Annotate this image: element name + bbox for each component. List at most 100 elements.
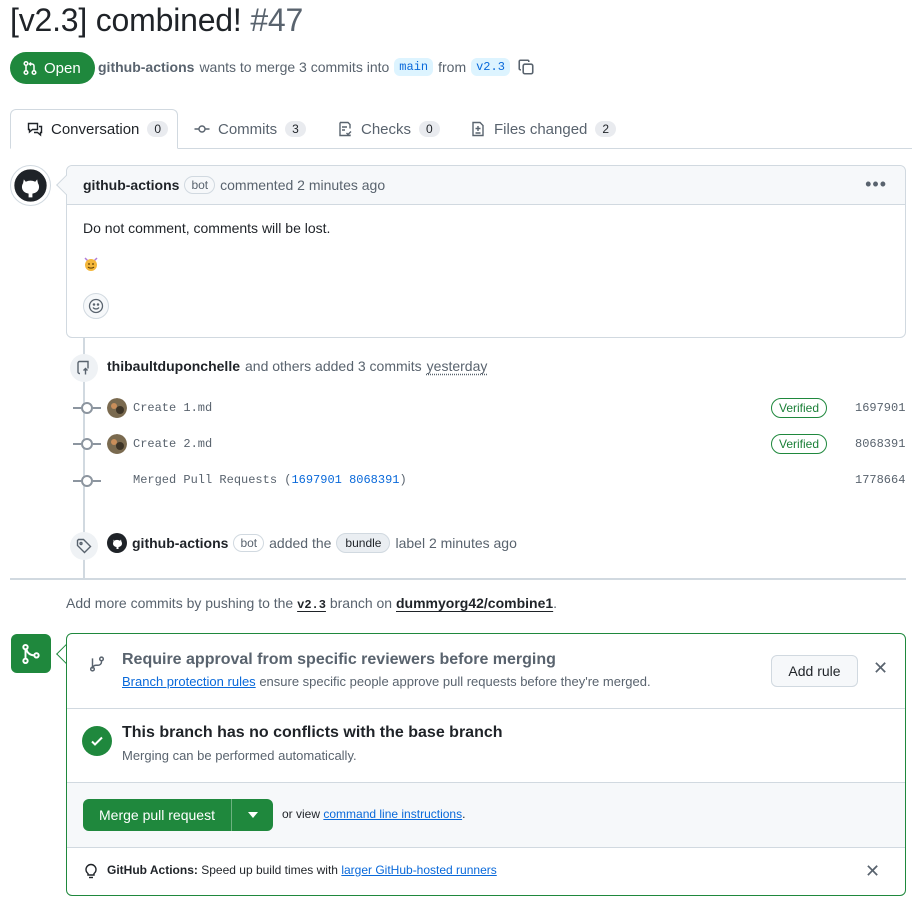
commit-message[interactable]: Create 2.md (133, 437, 212, 451)
commit-message[interactable]: Create 1.md (133, 401, 212, 415)
comment-time[interactable]: commented 2 minutes ago (220, 177, 385, 193)
comment-card: github-actions bot commented 2 minutes a… (56, 165, 906, 338)
git-commit-icon (81, 402, 93, 414)
light-bulb-icon (85, 863, 97, 879)
label-event-author[interactable]: github-actions (132, 535, 228, 551)
cli-link[interactable]: command line instructions (323, 807, 462, 821)
tab-commits[interactable]: Commits 3 (194, 109, 306, 149)
push-hint: Add more commits by pushing to the v2.3 … (66, 595, 557, 612)
comment-author[interactable]: github-actions (83, 177, 179, 193)
commit-ref-link[interactable]: 8068391 (349, 473, 399, 487)
merge-method-dropdown[interactable] (232, 799, 273, 831)
label-event-suffix: label 2 minutes ago (395, 535, 517, 551)
merge-box: Require approval from specific reviewers… (66, 633, 906, 896)
commit-sha[interactable]: 1778664 (855, 473, 905, 487)
add-rule-button[interactable]: Add rule (771, 655, 858, 687)
commits-event-time[interactable]: yesterday (427, 358, 488, 374)
smiley-icon (88, 298, 104, 314)
approval-desc: ensure specific people approve pull requ… (259, 674, 651, 689)
or-view-text: or view (282, 807, 321, 821)
copy-icon[interactable] (517, 58, 535, 76)
commits-event-author[interactable]: thibaultduponchelle (107, 358, 240, 374)
cli-hint: or view command line instructions. (282, 807, 465, 821)
push-hint-repo[interactable]: dummyorg42/combine1 (396, 595, 553, 611)
github-logo-icon (11, 166, 50, 205)
merge-button-label[interactable]: Merge pull request (83, 799, 232, 831)
commit-sha[interactable]: 1697901 (855, 401, 905, 415)
commit-node (73, 402, 101, 414)
label-chip[interactable]: bundle (336, 533, 391, 553)
checklist-icon (339, 121, 352, 137)
timeline-divider (10, 578, 906, 580)
close-icon[interactable]: ✕ (865, 861, 880, 882)
approval-section: Require approval from specific reviewers… (67, 634, 905, 709)
add-reaction-button[interactable] (83, 293, 109, 319)
pull-request-icon (23, 60, 37, 76)
status-badge: Open (10, 52, 95, 84)
tab-label: Commits (218, 120, 278, 138)
tab-label: Conversation (51, 120, 140, 138)
tab-conversation[interactable]: Conversation 0 (10, 109, 178, 149)
commit-message-prefix: Merged Pull Requests ( (133, 473, 292, 487)
avatar[interactable] (10, 165, 51, 206)
commit-icon (194, 125, 210, 133)
commits-event-text: and others added 3 commits (245, 358, 422, 374)
branch-protection-link[interactable]: Branch protection rules (122, 674, 256, 689)
github-logo-icon[interactable] (107, 533, 127, 553)
bot-badge: bot (184, 176, 216, 194)
head-branch[interactable]: v2.3 (471, 58, 510, 76)
commit-sha[interactable]: 8068391 (855, 437, 905, 451)
approval-title: Require approval from specific reviewers… (122, 651, 556, 668)
pr-author-link[interactable]: github-actions (98, 59, 194, 75)
tab-label: Files changed (494, 120, 588, 138)
conversation-icon (27, 122, 43, 137)
git-commit-icon (81, 438, 93, 450)
tab-label: Checks (361, 120, 412, 138)
tab-counter: 2 (595, 121, 617, 137)
avatar[interactable] (107, 398, 127, 418)
larger-runners-link[interactable]: larger GitHub-hosted runners (341, 863, 496, 877)
git-branch-icon (89, 656, 105, 672)
merge-actions-section: Merge pull request or view command line … (67, 783, 905, 848)
verified-badge[interactable]: Verified (771, 398, 828, 418)
commit-node (73, 475, 101, 487)
repo-push-badge (70, 354, 98, 382)
bot-badge: bot (233, 534, 265, 552)
git-merge-icon (22, 643, 40, 664)
push-hint-prefix: Add more commits by pushing to the (66, 595, 294, 611)
pr-merge-text: wants to merge 3 commits into (199, 59, 390, 75)
approval-desc-line: Branch protection rules ensure specific … (122, 674, 651, 689)
commit-ref-link[interactable]: 1697901 (291, 473, 341, 487)
tag-icon (76, 538, 92, 554)
push-hint-suffix: . (553, 595, 558, 611)
triangle-down-icon (247, 812, 258, 818)
base-branch[interactable]: main (394, 58, 434, 76)
cli-suffix: . (462, 807, 466, 821)
tag-badge (70, 532, 98, 560)
push-hint-branch[interactable]: v2.3 (297, 598, 326, 612)
close-icon[interactable]: ✕ (873, 658, 888, 679)
merge-pull-request-button[interactable]: Merge pull request (83, 799, 273, 831)
push-hint-middle: branch on (329, 595, 393, 611)
file-diff-icon (472, 121, 484, 137)
conflict-title: This branch has no conflicts with the ba… (122, 724, 503, 741)
commit-message-suffix: ) (399, 473, 407, 487)
pr-meta: github-actions wants to merge 3 commits … (98, 56, 535, 78)
commit-message[interactable]: Merged Pull Requests (1697901 8068391) (133, 473, 407, 487)
tab-counter: 3 (285, 121, 306, 137)
status-label: Open (44, 59, 81, 77)
pr-title: [v2.3] combined! #47 (10, 2, 303, 39)
label-event: github-actions bot added the bundle labe… (107, 533, 517, 553)
actions-tip: GitHub Actions: Speed up build times wit… (107, 863, 497, 877)
actions-tip-text: Speed up build times with (201, 863, 338, 877)
tab-files-changed[interactable]: Files changed 2 (470, 109, 617, 149)
avatar[interactable] (107, 434, 127, 454)
check-circle-icon (82, 726, 112, 756)
more-options-icon[interactable]: ••• (865, 174, 887, 195)
verified-badge[interactable]: Verified (771, 434, 828, 454)
git-commit-icon (81, 475, 93, 487)
pr-title-text: [v2.3] combined! (10, 2, 242, 38)
actions-tip-section: GitHub Actions: Speed up build times wit… (67, 848, 905, 895)
repo-push-icon (77, 360, 89, 375)
tab-checks[interactable]: Checks 0 (337, 109, 440, 149)
